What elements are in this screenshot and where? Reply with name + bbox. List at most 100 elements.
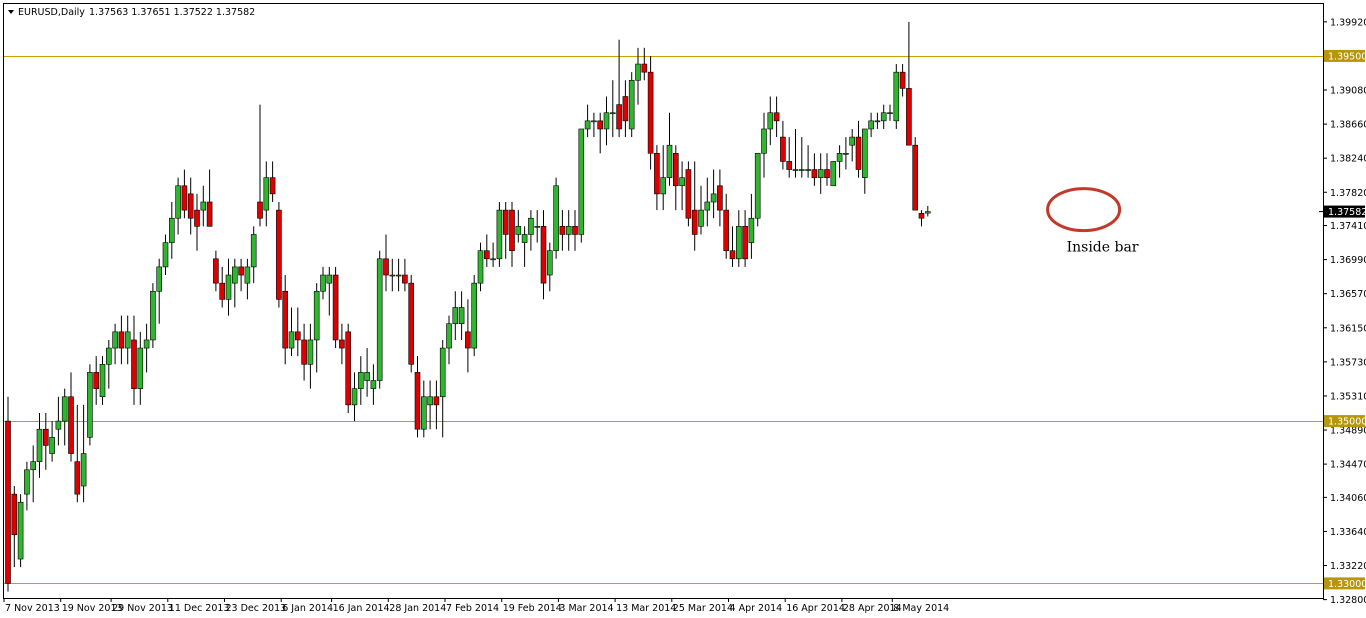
price-axis: 1.39920 1.39080 1.38660 1.38240 1.37820 1.374…: [1319, 17, 1366, 606]
candle-body: [339, 339, 345, 349]
candle-body: [42, 428, 49, 446]
candle-body: [616, 104, 622, 130]
candle-body: [351, 388, 358, 406]
candle-body: [99, 363, 106, 398]
candle-body: [717, 185, 723, 211]
candle-body: [824, 169, 830, 178]
x-tick-label: 25 Mar 2014: [673, 603, 733, 614]
candle-body: [452, 307, 459, 325]
candle: [830, 161, 837, 187]
candle-body: [376, 258, 383, 381]
candle-body: [36, 428, 43, 462]
candle-body: [817, 169, 824, 178]
candle-body: [924, 211, 931, 214]
candle-body: [773, 112, 780, 122]
candle-body: [200, 201, 207, 211]
candle-body: [345, 331, 352, 406]
y-tick-label: 1.36990: [1330, 255, 1366, 266]
candle-body: [383, 258, 389, 276]
candle-body: [660, 177, 667, 195]
candle-body: [622, 96, 629, 122]
candle-body: [786, 161, 793, 170]
candle-body: [868, 120, 874, 130]
candle: [553, 177, 559, 259]
candle-body: [439, 347, 446, 398]
candle-body: [691, 209, 698, 235]
candle: [893, 64, 900, 129]
candle-body: [169, 217, 175, 243]
x-tick-label: 11 Dec 2013: [169, 603, 230, 614]
candle-body: [112, 331, 118, 349]
candle-body: [654, 153, 660, 195]
candle-body: [685, 169, 692, 219]
candle-body: [181, 185, 188, 211]
candle-body: [723, 209, 730, 251]
candle-body: [307, 339, 314, 365]
candle-body: [710, 193, 717, 203]
y-tick-label: 1.39920: [1330, 17, 1366, 28]
candle-body: [843, 153, 849, 155]
x-tick-label: 4 Apr 2014: [730, 603, 783, 614]
candle-body: [521, 234, 528, 243]
candle-body: [647, 71, 654, 154]
x-tick-label: 29 Nov 2013: [112, 603, 173, 614]
candle-body: [288, 331, 295, 349]
candle-body: [175, 185, 181, 219]
chart-header: EURUSD,Daily 1.37563 1.37651 1.37522 1.3…: [8, 7, 255, 18]
candle-body: [496, 209, 503, 260]
y-tick-label: 1.37820: [1330, 188, 1366, 199]
candle-body: [244, 266, 251, 284]
x-tick-label: 16 Apr 2014: [786, 603, 845, 614]
y-tick-label: 1.37410: [1330, 221, 1366, 232]
candle-body: [874, 120, 881, 123]
candle-body: [61, 396, 68, 422]
candle-body: [332, 274, 339, 341]
x-tick-label: 7 Nov 2013: [5, 603, 60, 614]
x-tick-label: 13 Mar 2014: [616, 603, 676, 614]
candle-body: [370, 380, 377, 389]
candle-body: [282, 290, 289, 349]
candle-body: [798, 169, 805, 171]
candle-body: [811, 169, 818, 178]
candle-body: [780, 136, 786, 162]
candle-body: [641, 63, 648, 73]
candle-body: [761, 128, 767, 154]
candle-body: [269, 177, 276, 195]
candle-body: [301, 339, 307, 365]
level-price-tag: 1.33000: [1328, 579, 1366, 590]
candle-body: [672, 153, 679, 187]
candle-body: [68, 396, 74, 454]
candle-body: [276, 209, 282, 300]
x-tick-label: 23 Dec 2013: [226, 603, 287, 614]
candle: [754, 153, 761, 227]
x-tick-label: 8 May 2014: [893, 603, 949, 614]
candle-body: [490, 258, 496, 261]
candle-body: [143, 339, 150, 349]
candle: [647, 55, 654, 170]
candle-body: [591, 120, 597, 123]
candle-body: [30, 461, 37, 471]
candle-body: [17, 501, 24, 560]
candle: [5, 396, 11, 592]
candle-body: [483, 250, 490, 260]
candle-body: [540, 226, 547, 284]
candle-body: [729, 250, 736, 260]
candle-body: [250, 234, 257, 268]
candle-body: [11, 493, 18, 536]
candle-body: [597, 120, 604, 130]
candle-body: [156, 266, 162, 292]
candle-body: [395, 274, 402, 277]
candle-body: [294, 331, 301, 341]
candle: [685, 161, 692, 227]
candle-body: [465, 331, 471, 349]
x-tick-label: 6 Jan 2014: [282, 603, 333, 614]
candle-body: [24, 469, 30, 495]
candle: [578, 128, 585, 243]
price-chart[interactable]: 1.39920 1.39080 1.38660 1.38240 1.37820 1.374…: [0, 0, 1366, 618]
candle-body: [150, 290, 156, 341]
candle-body: [357, 372, 364, 389]
y-tick-label: 1.38240: [1330, 154, 1366, 165]
candle: [628, 72, 635, 138]
candle-body: [528, 217, 534, 235]
candle-body: [5, 420, 11, 584]
